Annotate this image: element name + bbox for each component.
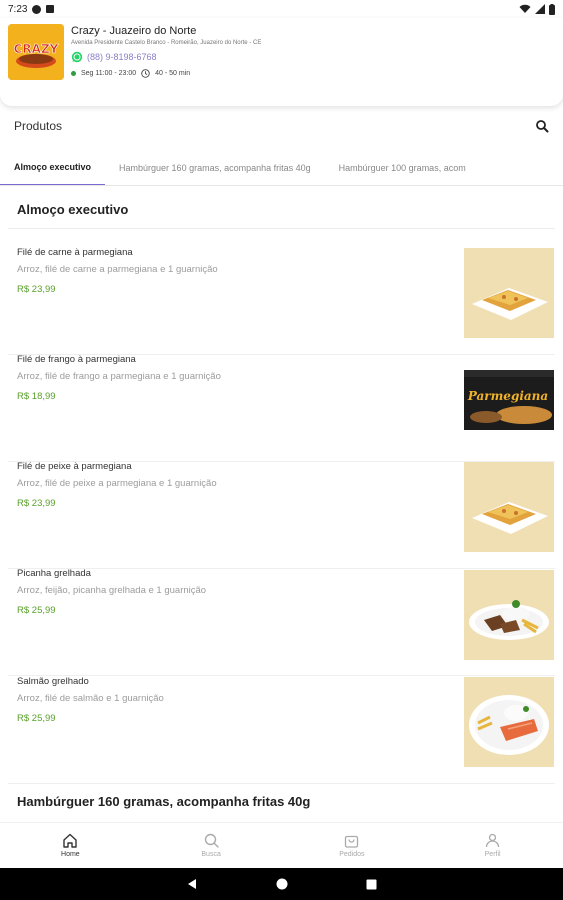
app-notification-icon [32,4,42,14]
item-name: Picanha grelhada [17,568,91,579]
menu-item[interactable]: Filé de frango à parmegiana Arroz, filé … [8,354,555,462]
item-name: Filé de frango à parmegiana [17,354,136,365]
section-divider [8,228,555,229]
item-description: Arroz, filé de frango a parmegiana e 1 g… [17,371,221,382]
item-image: Parmegiana [464,370,554,430]
products-title: Produtos [14,119,63,133]
store-phone[interactable]: (88) 9-8198-6768 [87,52,157,62]
section-title-almoco: Almoço executivo [17,202,129,217]
whatsapp-icon [71,51,83,63]
item-price: R$ 25,99 [17,605,56,616]
status-time: 7:23 [8,3,28,15]
promo-text: Parmegiana [467,389,548,403]
nav-perfil[interactable]: Perfil [453,833,533,858]
menu-item[interactable]: Filé de carne à parmegiana Arroz, filé d… [8,247,555,355]
item-description: Arroz, feijão, picanha grelhada e 1 guar… [17,585,207,596]
nav-label: Home [61,851,80,858]
item-name: Filé de peixe à parmegiana [17,461,132,472]
phone-row[interactable]: (88) 9-8198-6768 [71,51,261,63]
item-description: Arroz, filé de carne a parmegiana e 1 gu… [17,264,218,275]
clock-icon [141,69,150,78]
profile-icon [485,833,500,848]
signal-icon [535,4,545,14]
store-logo: CRAZY [8,24,64,80]
bag-icon [345,835,359,848]
item-image [464,677,554,767]
store-header: CRAZY Crazy - Juazeiro do Norte Avenida … [0,18,563,106]
recents-icon[interactable] [366,879,377,890]
menu-item[interactable]: Picanha grelhada Arroz, feijão, picanha … [8,568,555,676]
nav-busca[interactable]: Busca [171,833,251,858]
open-status-dot [71,71,76,76]
hours-row: Seg 11:00 - 23:00 40 - 50 min [71,69,261,78]
home-icon [63,833,78,848]
nav-label: Pedidos [339,851,365,858]
tab-almoco-executivo[interactable]: Almoço executivo [0,150,106,185]
battery-icon [549,3,555,15]
item-price: R$ 23,99 [17,498,56,509]
menu-item[interactable]: Salmão grelhado Arroz, filé de salmão e … [8,676,555,784]
nav-label: Perfil [484,851,501,858]
item-image [464,462,554,552]
item-price: R$ 25,99 [17,713,56,724]
menu-item[interactable]: Filé de peixe à parmegiana Arroz, filé d… [8,461,555,569]
store-hours: Seg 11:00 - 23:00 [81,70,137,77]
home-button-icon[interactable] [276,878,288,890]
item-description: Arroz, filé de peixe a parmegiana e 1 gu… [17,478,217,489]
search-icon [204,833,219,848]
nav-home[interactable]: Home [30,833,110,858]
status-bar: 7:23 [0,0,563,18]
tab-hamburguer-160[interactable]: Hambúrguer 160 gramas, acompanha fritas … [105,150,325,185]
category-tabs: Almoço executivo Hambúrguer 160 gramas, … [0,150,563,186]
item-price: R$ 18,99 [17,391,56,402]
system-nav-bar [0,868,563,900]
item-price: R$ 23,99 [17,284,56,295]
tab-hamburguer-100[interactable]: Hambúrguer 100 gramas, acom [325,150,480,185]
item-description: Arroz, filé de salmão e 1 guarnição [17,693,164,704]
products-bar: Produtos [0,112,563,140]
delivery-time: 40 - 50 min [155,70,191,77]
item-name: Salmão grelhado [17,676,89,687]
item-image [464,248,554,338]
storage-notification-icon [46,5,55,13]
store-address: Avenida Presidente Castelo Branco - Rome… [71,40,262,46]
item-image [464,570,554,660]
back-icon[interactable] [186,878,198,890]
logo-text: CRAZY [14,42,59,56]
bottom-nav: Home Busca Pedidos Perfil [0,822,563,868]
store-name: Crazy - Juazeiro do Norte [71,25,197,37]
wifi-icon [519,4,531,13]
nav-pedidos[interactable]: Pedidos [312,833,392,858]
search-icon[interactable] [535,119,549,133]
section-title-hamburguer-160: Hambúrguer 160 gramas, acompanha fritas … [17,794,311,809]
nav-label: Busca [201,851,221,858]
item-name: Filé de carne à parmegiana [17,247,133,258]
